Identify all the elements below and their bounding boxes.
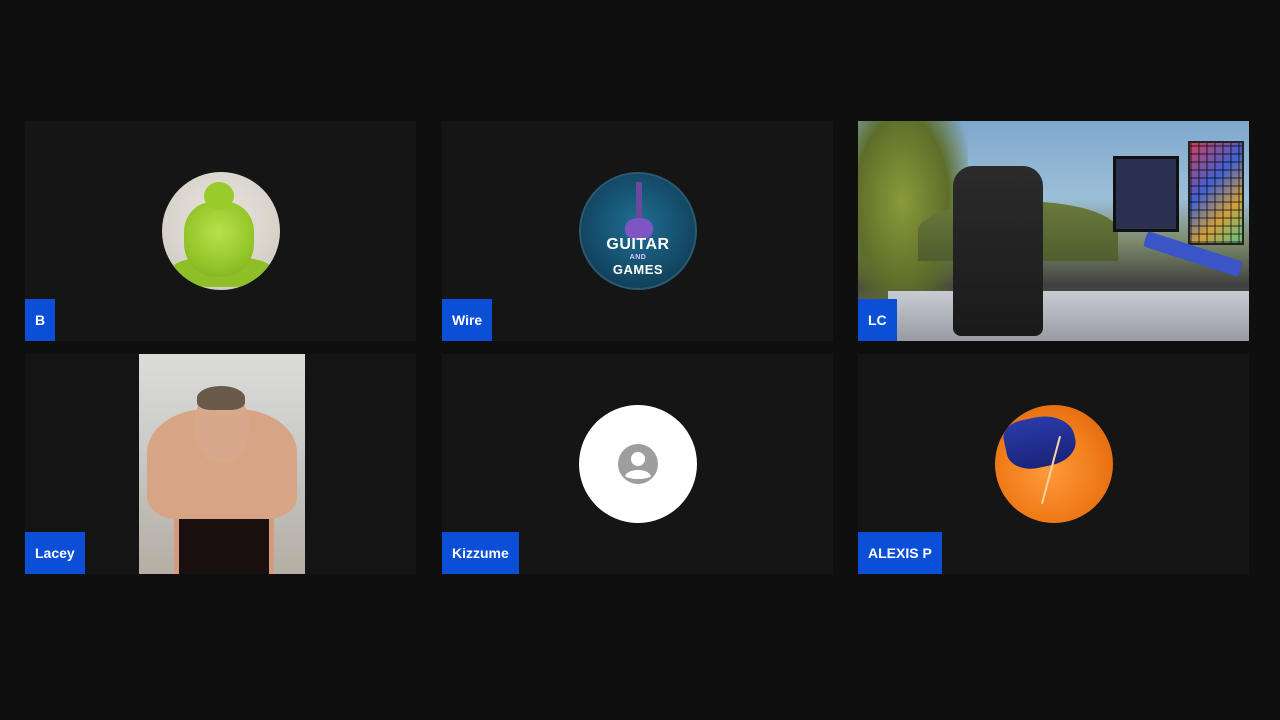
participant-tile-lc[interactable]: LC	[858, 121, 1249, 341]
participant-name-tag: ALEXIS P	[858, 532, 942, 574]
video-call-grid: B GUITAR AND GAMES Wire LC Lacey Kizzume…	[0, 0, 1280, 720]
participant-name-tag: B	[25, 299, 56, 341]
video-desk	[888, 291, 1249, 341]
person-icon	[618, 444, 658, 484]
video-person-top	[179, 514, 269, 574]
logo-text-guitar: GUITAR	[606, 236, 670, 253]
participant-tile-lacey[interactable]: Lacey	[25, 354, 416, 574]
video-monitor	[1113, 156, 1179, 232]
logo-text-games: GAMES	[612, 262, 664, 277]
logo-text-and: AND	[629, 254, 647, 261]
participant-tile-alexis-p[interactable]: ALEXIS P	[858, 354, 1249, 574]
participant-name-tag: Wire	[442, 299, 493, 341]
participant-video-feed	[139, 354, 305, 574]
participant-tile-b[interactable]: B	[25, 121, 416, 341]
default-avatar	[579, 405, 697, 523]
video-gaming-chair	[953, 166, 1043, 336]
guitar-and-games-logo: GUITAR AND GAMES	[579, 172, 697, 290]
participant-name-tag: LC	[858, 299, 897, 341]
participant-avatar	[995, 405, 1113, 523]
participant-video-feed	[858, 121, 1249, 341]
video-person-hair	[197, 386, 245, 410]
avatar-figure-body	[184, 202, 254, 277]
participant-avatar	[162, 172, 280, 290]
participant-tile-kizzume[interactable]: Kizzume	[442, 354, 833, 574]
video-pixel-panel	[1188, 141, 1244, 245]
participant-tile-wire[interactable]: GUITAR AND GAMES Wire	[442, 121, 833, 341]
participant-name-tag: Kizzume	[442, 532, 519, 574]
participant-name-tag: Lacey	[25, 532, 85, 574]
avatar-figure-head	[204, 182, 234, 210]
avatar-fabric	[1000, 410, 1080, 474]
